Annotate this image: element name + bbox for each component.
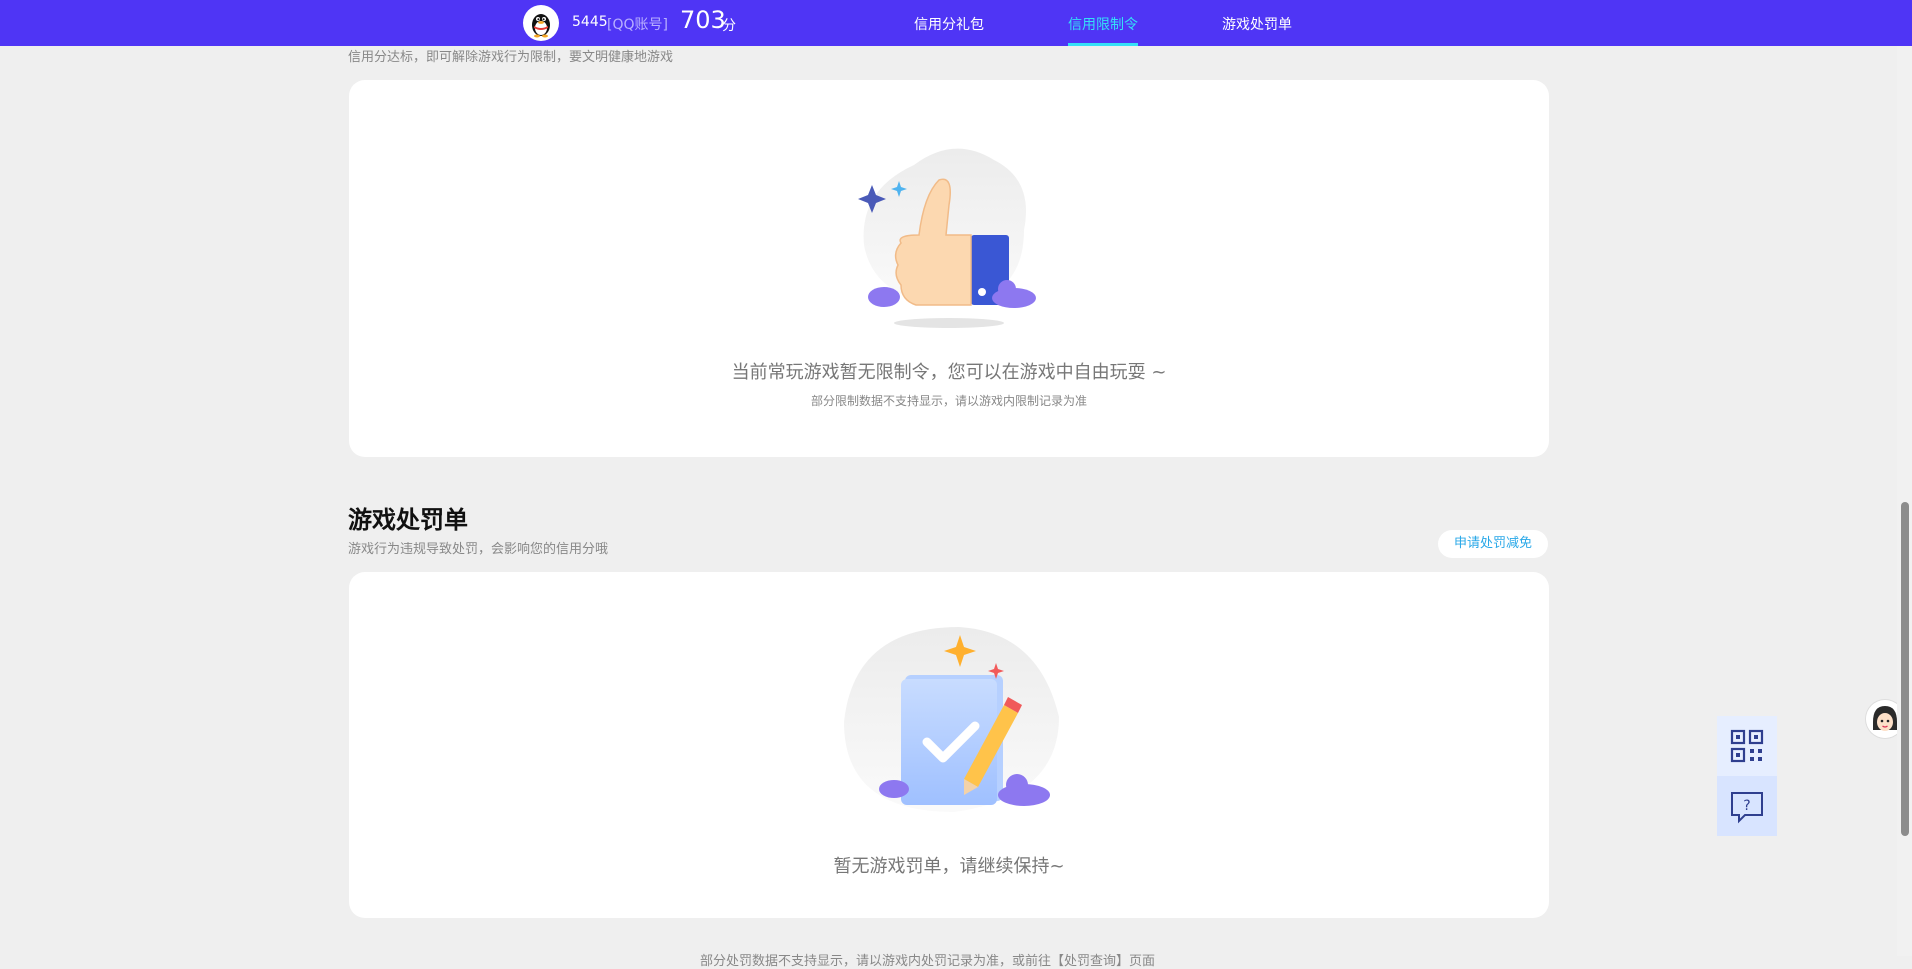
help-chat-icon: ? bbox=[1731, 792, 1763, 824]
restriction-empty-note: 部分限制数据不支持显示，请以游戏内限制记录为准 bbox=[810, 394, 1087, 408]
penalty-section-title: 游戏处罚单 bbox=[348, 506, 468, 534]
active-tab-indicator bbox=[1068, 43, 1138, 46]
qq-penguin-icon bbox=[532, 14, 550, 38]
top-bar: 5445 [QQ账号] 703 分 信用分礼包 信用限制令 游戏处罚单 bbox=[0, 0, 1912, 46]
penalty-footnote: 部分处罚数据不支持显示，请以游戏内处罚记录为准，或前往【处罚查询】页面 bbox=[700, 954, 1156, 969]
credit-score-unit: 分 bbox=[722, 18, 736, 34]
tab-game-penalty[interactable]: 游戏处罚单 bbox=[1222, 14, 1292, 34]
thumbs-up-illustration-icon bbox=[858, 148, 1036, 328]
account-number: 5445 bbox=[572, 14, 608, 30]
tab-credit-restriction[interactable]: 信用限制令 bbox=[1068, 14, 1138, 34]
scrollbar-thumb[interactable] bbox=[1901, 502, 1909, 836]
user-avatar[interactable] bbox=[523, 5, 559, 41]
qr-code-button[interactable] bbox=[1717, 716, 1777, 776]
penalty-subtitle: 游戏行为违规导致处罚，会影响您的信用分哦 bbox=[348, 542, 609, 557]
apply-penalty-reduction-button[interactable]: 申请处罚减免 bbox=[1438, 530, 1548, 558]
penalty-empty-message: 暂无游戏罚单，请继续保持~ bbox=[833, 856, 1065, 877]
clipboard-check-illustration-icon bbox=[844, 627, 1059, 812]
restriction-empty-message: 当前常玩游戏暂无限制令，您可以在游戏中自由玩耍 ~ bbox=[731, 362, 1167, 383]
penalty-card: 暂无游戏罚单，请继续保持~ bbox=[349, 572, 1549, 918]
restriction-subtitle: 信用分达标，即可解除游戏行为限制，要文明健康地游戏 bbox=[348, 50, 674, 65]
restriction-card: 当前常玩游戏暂无限制令，您可以在游戏中自由玩耍 ~ 部分限制数据不支持显示，请以… bbox=[349, 80, 1549, 457]
svg-text:?: ? bbox=[1743, 798, 1750, 814]
credit-score: 703 bbox=[680, 6, 726, 34]
help-button[interactable]: ? bbox=[1717, 776, 1777, 836]
qr-code-icon bbox=[1730, 729, 1764, 763]
tab-credit-gift[interactable]: 信用分礼包 bbox=[914, 14, 984, 34]
account-type: [QQ账号] bbox=[607, 17, 668, 33]
